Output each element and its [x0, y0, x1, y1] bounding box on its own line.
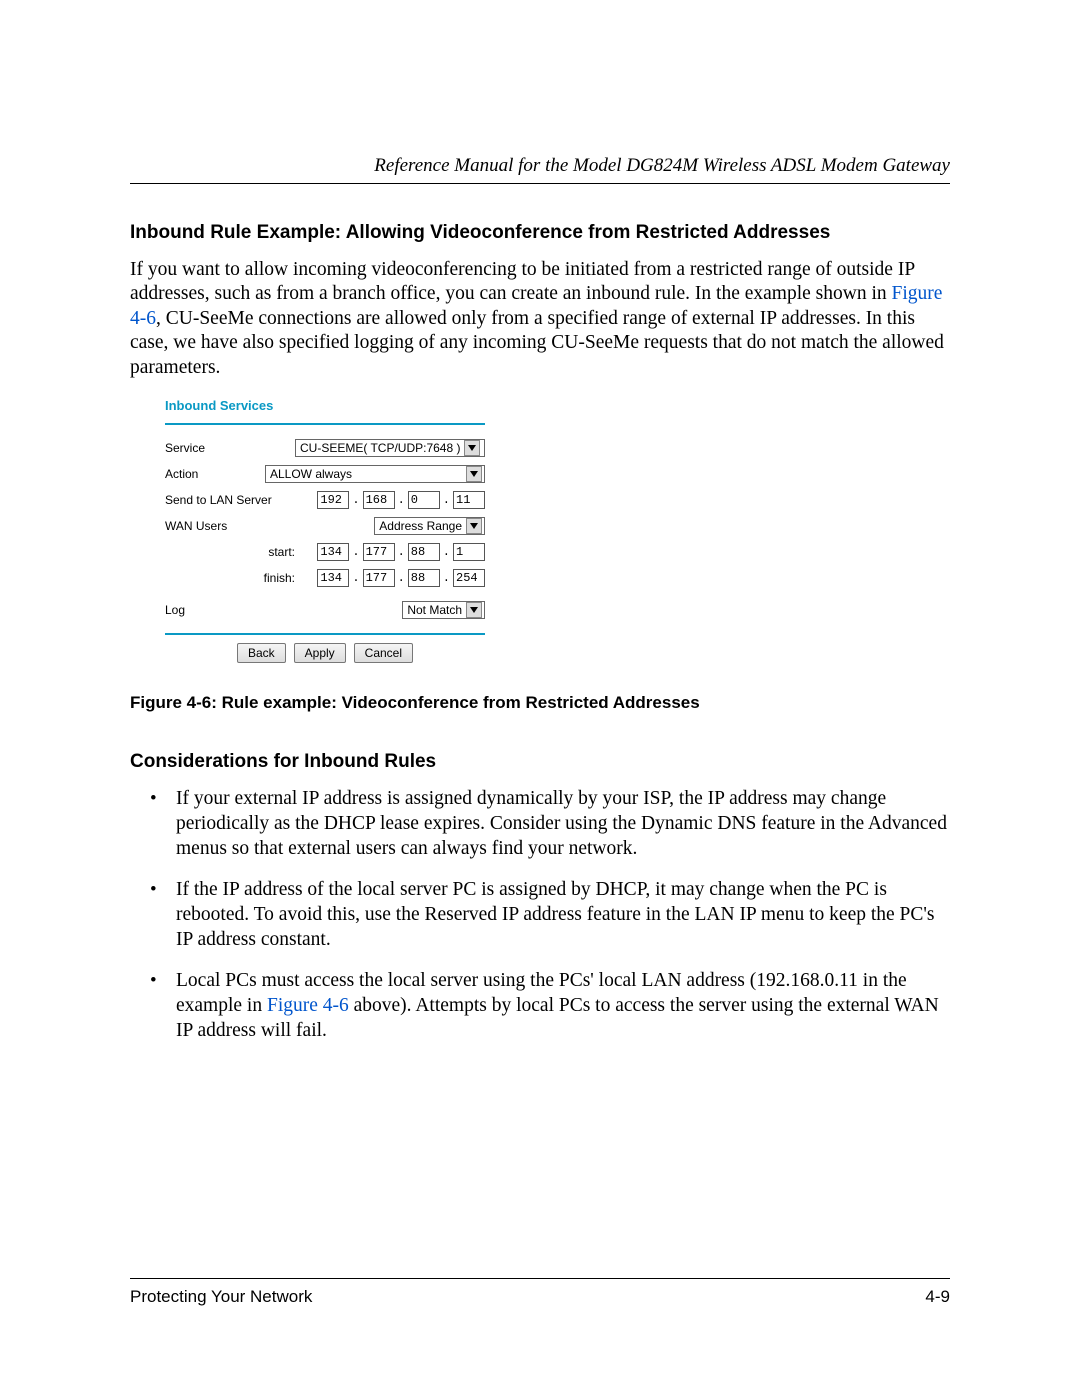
- running-header: Reference Manual for the Model DG824M Wi…: [130, 155, 950, 184]
- figure-panel-title: Inbound Services: [165, 398, 485, 413]
- label-start: start:: [165, 545, 299, 559]
- lan-ip-octet-4[interactable]: 11: [453, 491, 485, 509]
- figure-link[interactable]: Figure 4-6: [267, 995, 349, 1016]
- log-select-value: Not Match: [407, 603, 462, 617]
- finish-ip-octet-3[interactable]: 88: [408, 569, 440, 587]
- service-select[interactable]: CU-SEEME( TCP/UDP:7648 ): [295, 439, 485, 457]
- label-wan-users: WAN Users: [165, 519, 295, 533]
- back-button[interactable]: Back: [237, 643, 286, 663]
- footer-section-title: Protecting Your Network: [130, 1287, 312, 1307]
- service-select-value: CU-SEEME( TCP/UDP:7648 ): [300, 441, 460, 455]
- start-ip-octet-3[interactable]: 88: [408, 543, 440, 561]
- section-heading-considerations: Considerations for Inbound Rules: [130, 751, 950, 773]
- list-item: If your external IP address is assigned …: [176, 787, 950, 862]
- finish-ip-octet-4[interactable]: 254: [453, 569, 485, 587]
- action-select[interactable]: ALLOW always: [265, 465, 485, 483]
- wan-users-select[interactable]: Address Range: [374, 517, 485, 535]
- label-service: Service: [165, 441, 295, 455]
- label-finish: finish:: [165, 571, 299, 585]
- lan-ip-octet-3[interactable]: 0: [408, 491, 440, 509]
- page-footer: Protecting Your Network 4-9: [130, 1278, 950, 1307]
- label-send-to-lan: Send to LAN Server: [165, 493, 295, 507]
- chevron-down-icon: [466, 518, 482, 534]
- label-log: Log: [165, 603, 295, 617]
- list-item: Local PCs must access the local server u…: [176, 969, 950, 1044]
- chevron-down-icon: [466, 602, 482, 618]
- intro-text-1: If you want to allow incoming videoconfe…: [130, 259, 914, 304]
- considerations-list: If your external IP address is assigned …: [130, 787, 950, 1044]
- start-ip-octet-1[interactable]: 134: [317, 543, 349, 561]
- action-select-value: ALLOW always: [270, 467, 462, 481]
- lan-ip-octet-1[interactable]: 192: [317, 491, 349, 509]
- wan-users-select-value: Address Range: [379, 519, 462, 533]
- start-ip-octet-2[interactable]: 177: [363, 543, 395, 561]
- chevron-down-icon: [464, 440, 480, 456]
- finish-ip-octet-2[interactable]: 177: [363, 569, 395, 587]
- lan-ip-octet-2[interactable]: 168: [363, 491, 395, 509]
- cancel-button[interactable]: Cancel: [354, 643, 413, 663]
- finish-ip-octet-1[interactable]: 134: [317, 569, 349, 587]
- log-select[interactable]: Not Match: [402, 601, 485, 619]
- start-ip-octet-4[interactable]: 1: [453, 543, 485, 561]
- apply-button[interactable]: Apply: [294, 643, 346, 663]
- figure-4-6: Inbound Services Service CU-SEEME( TCP/U…: [130, 398, 950, 663]
- list-item: If the IP address of the local server PC…: [176, 878, 950, 953]
- section-heading-inbound-example: Inbound Rule Example: Allowing Videoconf…: [130, 222, 950, 244]
- chevron-down-icon: [466, 466, 482, 482]
- figure-caption: Figure 4-6: Rule example: Videoconferenc…: [130, 693, 950, 713]
- intro-text-2: , CU-SeeMe connections are allowed only …: [130, 308, 944, 378]
- intro-paragraph: If you want to allow incoming videoconfe…: [130, 258, 950, 380]
- footer-page-number: 4-9: [925, 1287, 950, 1307]
